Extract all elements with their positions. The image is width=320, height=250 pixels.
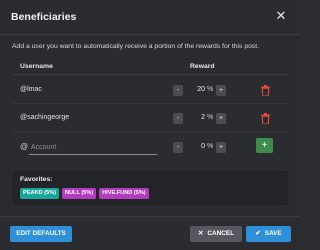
percent-sign: %	[207, 86, 214, 93]
favorites-chips: PEAKD (5%) NULL (5%) HIVE.FUND (5%)	[20, 188, 149, 200]
new-beneficiary-row: @ - 0 % + +	[12, 138, 288, 158]
increment-button[interactable]: +	[216, 113, 226, 124]
dialog-description: Add a user you want to automatically rec…	[12, 43, 260, 50]
reward-stepper: - 0 % +	[173, 141, 243, 155]
at-sign: @	[20, 142, 29, 151]
favorites-title: Favorites:	[20, 176, 53, 183]
decrement-button[interactable]: -	[173, 85, 183, 96]
account-input[interactable]	[29, 140, 157, 155]
add-beneficiary-button[interactable]: +	[256, 138, 273, 153]
beneficiary-username: @lmac	[20, 86, 42, 93]
beneficiary-row: @sachingeorge - 2 % +	[12, 109, 288, 129]
dialog-header: Beneficiaries ✕	[0, 0, 300, 35]
beneficiary-username: @sachingeorge	[20, 114, 70, 121]
favorite-chip-hive-fund[interactable]: HIVE.FUND (5%)	[99, 188, 149, 199]
footer-divider	[0, 216, 300, 217]
dialog-title: Beneficiaries	[11, 11, 77, 23]
close-icon[interactable]: ✕	[274, 9, 288, 23]
percent-sign: %	[207, 143, 214, 150]
favorite-chip-null[interactable]: NULL (5%)	[61, 188, 97, 199]
edit-defaults-label: EDIT DEFAULTS	[16, 230, 66, 237]
decrement-button[interactable]: -	[173, 113, 183, 124]
decrement-button[interactable]: -	[173, 142, 183, 153]
close-icon: ✕	[198, 230, 204, 237]
trash-icon[interactable]	[261, 85, 270, 96]
trash-icon[interactable]	[261, 113, 270, 124]
increment-button[interactable]: +	[216, 142, 226, 153]
row-divider	[12, 103, 288, 104]
username-column-header: Username	[20, 63, 53, 70]
beneficiaries-dialog: Beneficiaries ✕ Add a user you want to a…	[0, 0, 300, 250]
beneficiary-row: @lmac - 20 % +	[12, 81, 288, 101]
reward-value[interactable]: 20	[187, 86, 205, 93]
reward-value[interactable]: 0	[187, 143, 205, 150]
save-button[interactable]: ✔ SAVE	[246, 226, 291, 242]
reward-stepper: - 20 % +	[173, 84, 243, 98]
reward-column-header: Reward	[190, 63, 215, 70]
favorites-panel: Favorites: PEAKD (5%) NULL (5%) HIVE.FUN…	[12, 171, 288, 205]
cancel-button[interactable]: ✕ CANCEL	[190, 226, 242, 242]
cancel-label: CANCEL	[207, 230, 234, 237]
reward-value[interactable]: 2	[187, 114, 205, 121]
favorite-chip-peakd[interactable]: PEAKD (5%)	[20, 188, 59, 199]
percent-sign: %	[207, 114, 214, 121]
edit-defaults-button[interactable]: EDIT DEFAULTS	[10, 226, 72, 242]
header-divider	[12, 74, 288, 75]
increment-button[interactable]: +	[216, 85, 226, 96]
row-divider	[12, 131, 288, 132]
save-label: SAVE	[264, 230, 282, 237]
reward-stepper: - 2 % +	[173, 112, 243, 126]
check-icon: ✔	[255, 230, 261, 237]
